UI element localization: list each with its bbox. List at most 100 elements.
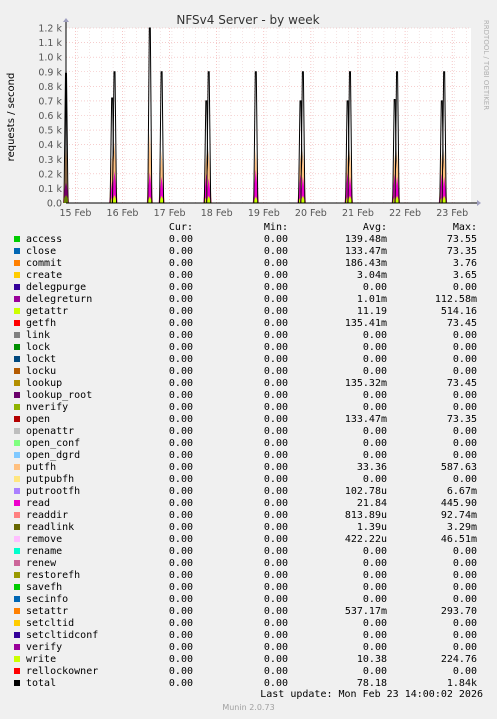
legend-cur: 0.00 [168,438,193,449]
legend-name: create [26,270,63,281]
legend-min: 0.00 [263,390,288,401]
legend-min: 0.00 [263,630,288,641]
header-max: Max: [452,222,477,233]
legend-row: setattr 0.00 0.00 537.17m 293.70 [0,606,497,618]
legend-name: link [26,330,51,341]
legend-max: 73.55 [446,234,477,245]
legend-avg: 135.41m [344,318,387,329]
legend-max: 0.00 [452,438,477,449]
legend-swatch [14,236,20,242]
legend-min: 0.00 [263,606,288,617]
legend-avg: 0.00 [362,390,387,401]
legend-avg: 0.00 [362,330,387,341]
legend-max: 0.00 [452,618,477,629]
legend-cur: 0.00 [168,234,193,245]
legend-avg: 0.00 [362,450,387,461]
legend-avg: 0.00 [362,666,387,677]
legend-header: Cur: Min: Avg: Max: [0,222,497,234]
x-axis-arrow [477,200,481,206]
x-tick-label: 22 Feb [389,208,421,219]
legend-max: 0.00 [452,354,477,365]
legend-row: secinfo 0.00 0.00 0.00 0.00 [0,594,497,606]
legend-min: 0.00 [263,306,288,317]
legend-max: 0.00 [452,390,477,401]
legend-name: putrootfh [26,486,81,497]
legend-row: rename 0.00 0.00 0.00 0.00 [0,546,497,558]
legend-min: 0.00 [263,558,288,569]
legend-max: 0.00 [452,402,477,413]
legend-name: setcltid [26,618,75,629]
legend-name: access [26,234,63,245]
legend-avg: 0.00 [362,582,387,593]
legend-name: openattr [26,426,75,437]
legend-row: lock 0.00 0.00 0.00 0.00 [0,342,497,354]
legend-name: delegreturn [26,294,93,305]
legend-name: locku [26,366,57,377]
legend-min: 0.00 [263,666,288,677]
legend-min: 0.00 [263,594,288,605]
legend-max: 112.58m [434,294,477,305]
legend-min: 0.00 [263,534,288,545]
legend-avg: 0.00 [362,558,387,569]
legend-row: lookup 0.00 0.00 135.32m 73.45 [0,378,497,390]
legend-min: 0.00 [263,378,288,389]
legend-row: readdir 0.00 0.00 813.89u 92.74m [0,510,497,522]
legend-cur: 0.00 [168,414,193,425]
legend-name: commit [26,258,63,269]
legend-swatch [14,644,20,650]
y-tick-label: 1.2 k [38,24,62,35]
legend-avg: 186.43m [344,258,387,269]
legend-row: remove 0.00 0.00 422.22u 46.51m [0,534,497,546]
legend-cur: 0.00 [168,522,193,533]
legend-cur: 0.00 [168,426,193,437]
legend-swatch [14,560,20,566]
x-tick-label: 16 Feb [107,208,139,219]
legend-cur: 0.00 [168,642,193,653]
legend-cur: 0.00 [168,618,193,629]
legend-name: lock [26,342,51,353]
legend-row: putpubfh 0.00 0.00 0.00 0.00 [0,474,497,486]
legend-avg: 0.00 [362,426,387,437]
legend-avg: 21.84 [356,498,387,509]
legend-max: 0.00 [452,546,477,557]
legend-swatch [14,440,20,446]
legend-min: 0.00 [263,354,288,365]
legend-min: 0.00 [263,402,288,413]
legend-avg: 0.00 [362,642,387,653]
x-tick-label: 23 Feb [436,208,468,219]
legend-max: 73.35 [446,414,477,425]
legend-cur: 0.00 [168,306,193,317]
legend-row: commit 0.00 0.00 186.43m 3.76 [0,258,497,270]
legend-swatch [14,344,20,350]
x-tick-label: 17 Feb [154,208,186,219]
legend-max: 587.63 [440,462,477,473]
legend-name: renew [26,558,57,569]
legend-min: 0.00 [263,246,288,257]
legend-max: 0.00 [452,594,477,605]
legend-min: 0.00 [263,282,288,293]
y-tick-label: 0.4 k [38,140,62,151]
legend-min: 0.00 [263,642,288,653]
y-tick-label: 0.9 k [38,67,62,78]
legend-min: 0.00 [263,510,288,521]
legend-swatch [14,632,20,638]
legend-avg: 139.48m [344,234,387,245]
legend-name: putpubfh [26,474,75,485]
legend-swatch [14,608,20,614]
legend-min: 0.00 [263,498,288,509]
legend-name: lookup_root [26,390,93,401]
legend-max: 73.45 [446,378,477,389]
legend-max: 3.65 [452,270,477,281]
x-tick-label: 18 Feb [201,208,233,219]
legend-max: 0.00 [452,450,477,461]
legend-swatch [14,404,20,410]
legend-row: locku 0.00 0.00 0.00 0.00 [0,366,497,378]
legend-swatch [14,536,20,542]
legend-avg: 10.38 [356,654,387,665]
legend-cur: 0.00 [168,534,193,545]
legend-swatch [14,584,20,590]
legend-avg: 3.04m [356,270,387,281]
legend-cur: 0.00 [168,402,193,413]
legend-avg: 0.00 [362,342,387,353]
munin-version: Munin 2.0.73 [222,703,275,712]
